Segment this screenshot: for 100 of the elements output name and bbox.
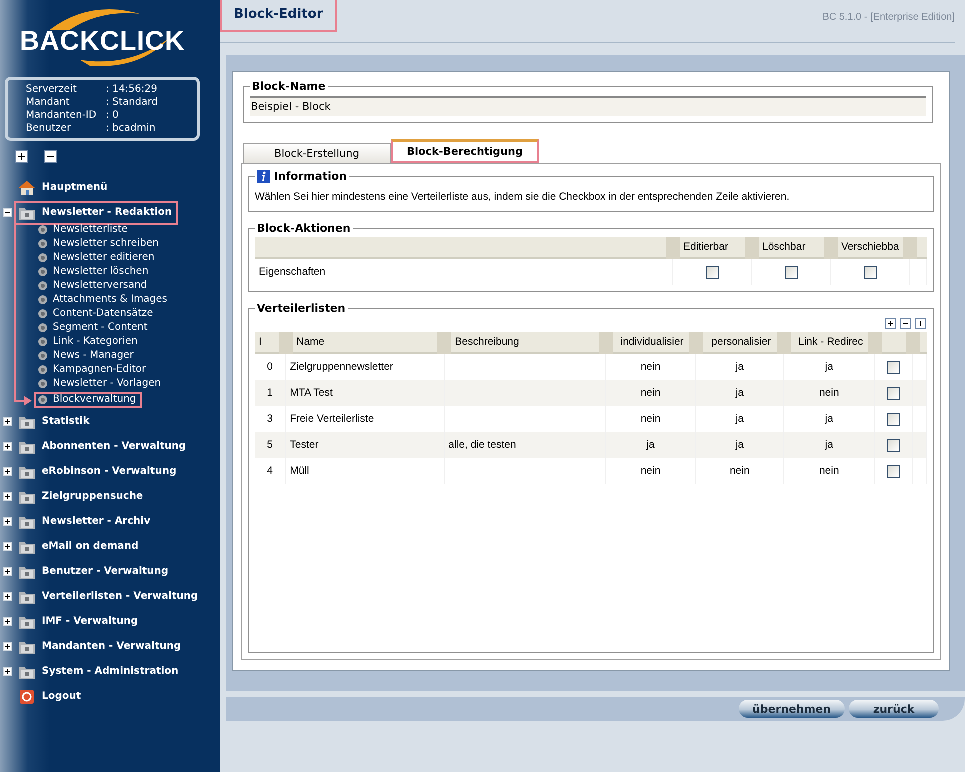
submenu-item[interactable]: Newsletter löschen (34, 264, 155, 280)
info-icon (257, 170, 270, 183)
bullet-icon (38, 323, 48, 333)
expand-icon[interactable] (4, 568, 10, 575)
table-cell: alle, die testen (448, 439, 516, 451)
menu-item[interactable]: Benutzer - Verwaltung (14, 560, 175, 584)
table-cell: Müll (290, 465, 310, 477)
checkbox[interactable] (887, 386, 900, 400)
checkbox[interactable] (887, 438, 900, 452)
submenu-item[interactable]: Newsletterversand (34, 278, 154, 294)
expand-icon[interactable] (4, 618, 10, 625)
submenu-item[interactable]: Segment - Content (34, 320, 154, 336)
expand-icon[interactable] (4, 668, 10, 675)
table-cell: Freie Verteilerliste (290, 413, 374, 425)
block-name-field[interactable]: Beispiel - Block (250, 96, 926, 116)
expand-icon[interactable] (4, 518, 10, 525)
action-button[interactable]: zurück (849, 700, 939, 718)
info-value: : 0 (106, 109, 119, 122)
submenu-item[interactable]: Newsletterliste (34, 222, 134, 238)
collapse-icon[interactable] (4, 209, 10, 216)
version-label: BC 5.1.0 - [Enterprise Edition] (822, 12, 955, 23)
checkbox[interactable] (784, 266, 798, 278)
menu-item[interactable]: eRobinson - Verwaltung (14, 460, 183, 484)
submenu-item[interactable]: Kampagnen-Editor (34, 362, 152, 378)
table-cell: nein (640, 465, 661, 477)
checkbox[interactable] (706, 266, 718, 278)
menu-item[interactable]: Mandanten - Verwaltung (14, 634, 188, 658)
table-cell: nein (640, 361, 661, 373)
menu-item[interactable]: Zielgruppensuche (14, 484, 150, 508)
menu-item[interactable]: Newsletter - Archiv (14, 510, 157, 534)
power-icon (18, 688, 36, 704)
table-cell: ja (736, 439, 744, 451)
table-cell: ja (736, 361, 744, 373)
section-legend: Information (274, 170, 347, 183)
expand-icon[interactable] (4, 443, 10, 450)
submenu-item[interactable]: Newsletter editieren (34, 250, 161, 266)
info-value: : 14:56:29 (106, 83, 158, 96)
expand-icon[interactable] (4, 468, 10, 475)
table-cell: ja (825, 413, 834, 425)
submenu-item[interactable]: Newsletter - Vorlagen (34, 376, 168, 392)
expand-icon[interactable] (4, 493, 10, 500)
submenu-item[interactable]: Blockverwaltung (34, 392, 142, 408)
bullet-icon (38, 295, 48, 305)
section-legend: Block-Name (250, 80, 328, 93)
submenu-item[interactable]: Newsletter schreiben (34, 236, 165, 252)
info-label: Mandant (26, 96, 71, 109)
table-cell: Tester (290, 439, 319, 451)
bullet-icon (38, 365, 48, 375)
table-cell: 4 (267, 465, 273, 477)
menu-item[interactable]: Hauptmenü (14, 176, 114, 200)
section-legend: Verteilerlisten (255, 302, 348, 315)
table-cell: 5 (267, 439, 273, 451)
menu-item[interactable]: Abonnenten - Verwaltung (14, 434, 192, 458)
menu-item[interactable]: eMail on demand (14, 534, 145, 558)
house-icon (18, 180, 36, 196)
menu-item[interactable]: Logout (14, 684, 88, 708)
table-cell: 3 (267, 413, 273, 425)
menu-item[interactable]: Verteilerlisten - Verwaltung (14, 584, 204, 608)
expand-icon[interactable] (4, 593, 10, 600)
tab[interactable]: Block-Berechtigung (391, 139, 539, 163)
table-cell: MTA Test (290, 387, 333, 399)
expand-icon[interactable] (4, 543, 10, 550)
expand-icon[interactable] (4, 643, 10, 650)
collapse-all-icon[interactable] (45, 151, 56, 162)
submenu-item[interactable]: News - Manager (34, 348, 140, 364)
table-cell: ja (736, 387, 744, 399)
menu-item[interactable]: System - Administration (14, 660, 185, 684)
table-cell: nein (819, 387, 840, 399)
menu-item[interactable]: Newsletter - Redaktion (14, 200, 178, 224)
info-text: Wählen Sei hier mindestens eine Verteilerliste aus, indem sie die Checkbox in der entsprechenden Zeile aktivieren. (255, 191, 791, 203)
submenu-item[interactable]: Link - Kategorien (34, 334, 144, 350)
table-cell: Zielgruppennewsletter (290, 361, 394, 373)
checkbox[interactable] (864, 266, 876, 278)
bullet-icon (38, 337, 48, 347)
table-cell: nein (640, 387, 661, 399)
expand-icon[interactable] (886, 319, 895, 328)
table-cell: ja (825, 439, 834, 451)
checkbox[interactable] (887, 464, 900, 478)
section-legend: Block-Aktionen (255, 222, 353, 235)
menu-item[interactable]: IMF - Verwaltung (14, 610, 144, 634)
info-value: : Standard (106, 96, 158, 109)
logo-text: BACKCLICK (20, 26, 185, 57)
tab[interactable]: Block-Erstellung (243, 143, 391, 163)
checkbox[interactable] (887, 412, 900, 426)
action-button[interactable]: übernehmen (738, 700, 845, 718)
info-value: : bcadmin (106, 122, 156, 135)
table-cell: ja (825, 361, 834, 373)
bullet-icon (38, 379, 48, 389)
info-label: Mandanten-ID (26, 109, 98, 122)
submenu-item[interactable]: Content-Datensätze (34, 306, 160, 322)
bullet-icon (38, 281, 48, 291)
bullet-icon (38, 351, 48, 361)
expand-all-icon[interactable] (16, 151, 27, 162)
checkbox[interactable] (887, 360, 900, 374)
menu-item[interactable]: Statistik (14, 410, 96, 434)
table-cell: 1 (267, 387, 273, 399)
bullet-icon (38, 253, 48, 263)
table-cell: nein (730, 465, 750, 477)
submenu-item[interactable]: Attachments & Images (34, 292, 174, 308)
expand-icon[interactable] (4, 418, 10, 425)
